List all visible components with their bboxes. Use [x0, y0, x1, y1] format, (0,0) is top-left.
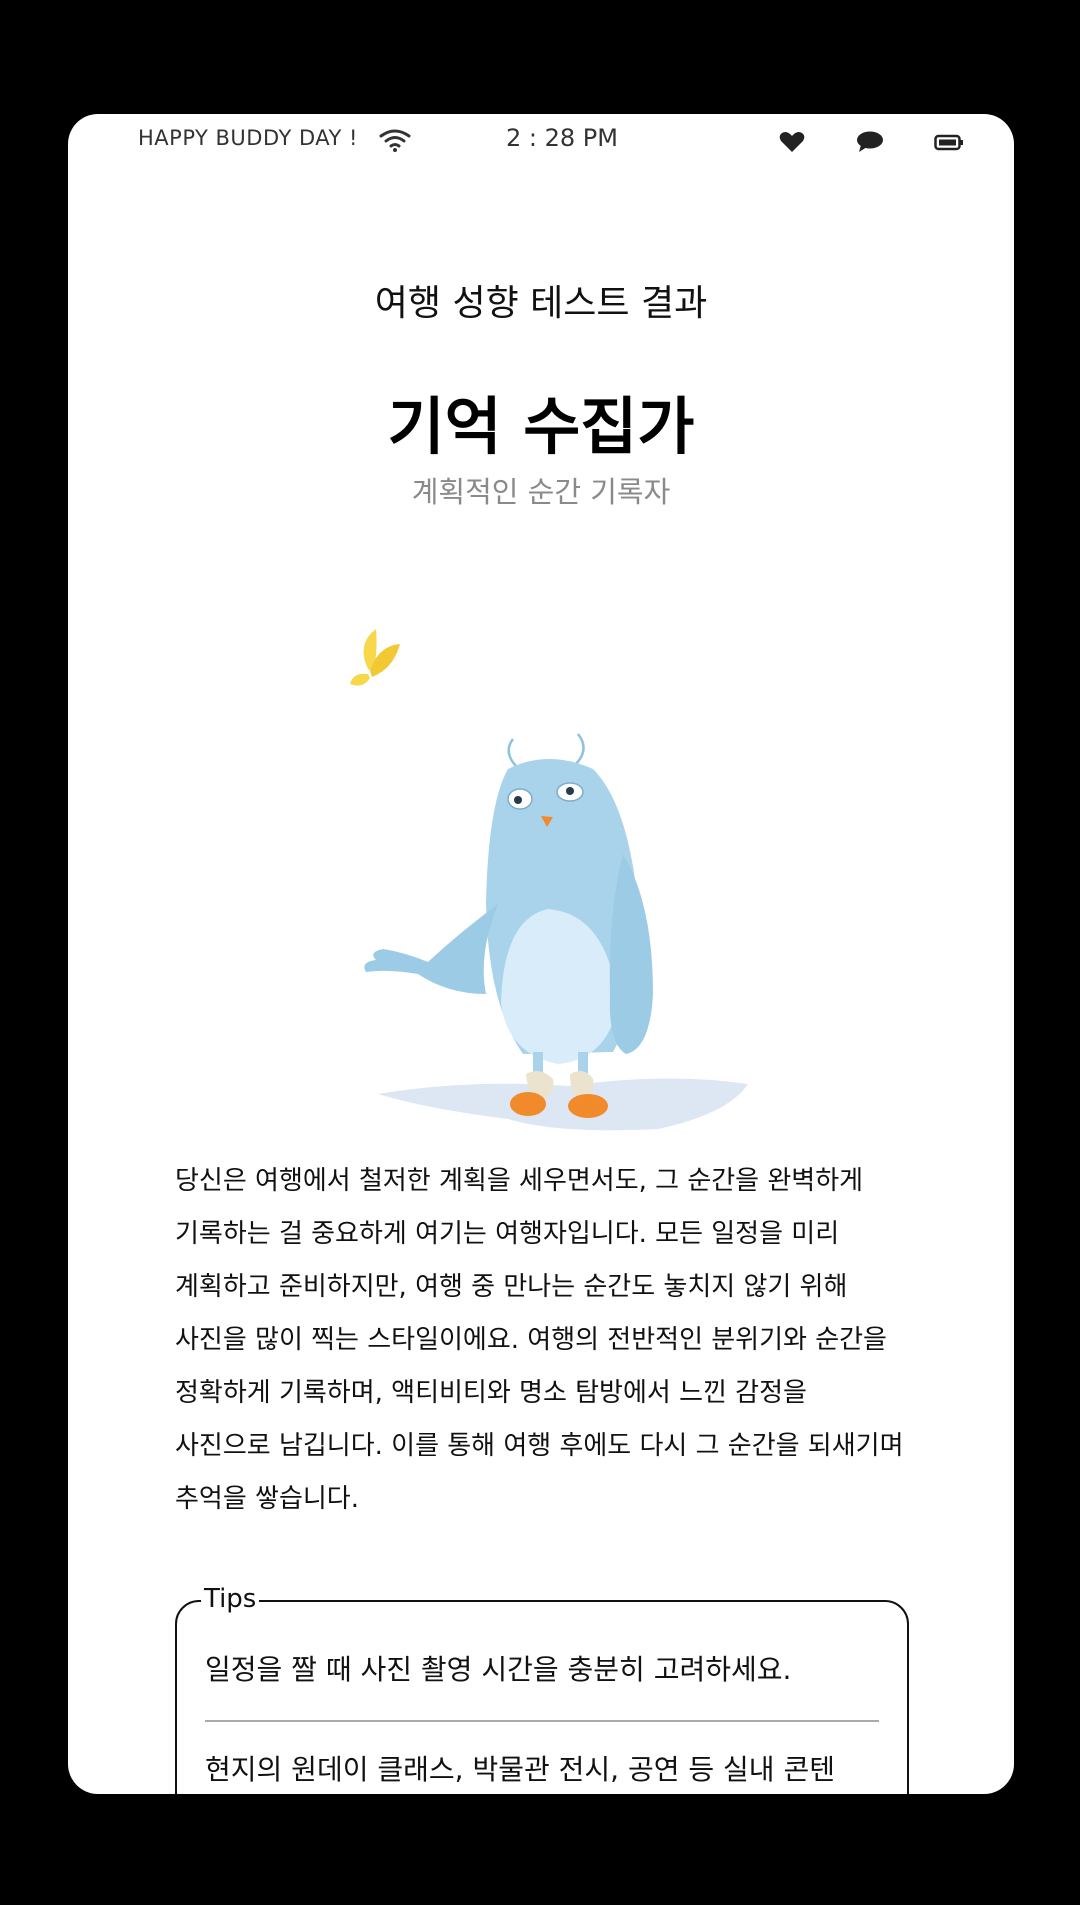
- wifi-icon: [379, 128, 411, 156]
- status-bar: HAPPY BUDDY DAY ! 2 : 28 PM: [68, 114, 1014, 170]
- tips-box: Tips 일정을 짤 때 사진 촬영 시간을 충분히 고려하세요. 현지의 원데…: [175, 1584, 909, 1794]
- tips-legend: Tips: [201, 1584, 260, 1614]
- tip-divider: [205, 1720, 879, 1722]
- result-label: 여행 성향 테스트 결과: [374, 283, 708, 324]
- chat-icon: [856, 131, 884, 157]
- result-description: 당신은 여행에서 철저한 계획을 세우면서도, 그 순간을 완벽하게 기록하는 …: [175, 1166, 904, 1514]
- type-title: 기억 수집가: [387, 390, 695, 463]
- phone-screen: HAPPY BUDDY DAY ! 2 : 28 PM 여행 성향 테스트 결과…: [68, 114, 1014, 1794]
- tip-item: 현지의 원데이 클래스, 박물관 전시, 공연 등 실내 콘텐: [205, 1753, 835, 1786]
- bird-mascot-illustration: [308, 574, 788, 1178]
- tip-item: 일정을 짤 때 사진 촬영 시간을 충분히 고려하세요.: [205, 1653, 792, 1686]
- mascot-shadow: [378, 1078, 748, 1131]
- status-greeting: HAPPY BUDDY DAY !: [138, 126, 358, 150]
- battery-icon: [934, 134, 964, 156]
- type-subtitle: 계획적인 순간 기록자: [411, 475, 671, 509]
- heart-icon: [779, 131, 805, 157]
- butterfly-icon: [350, 629, 400, 686]
- status-time: 2 : 28 PM: [506, 124, 618, 152]
